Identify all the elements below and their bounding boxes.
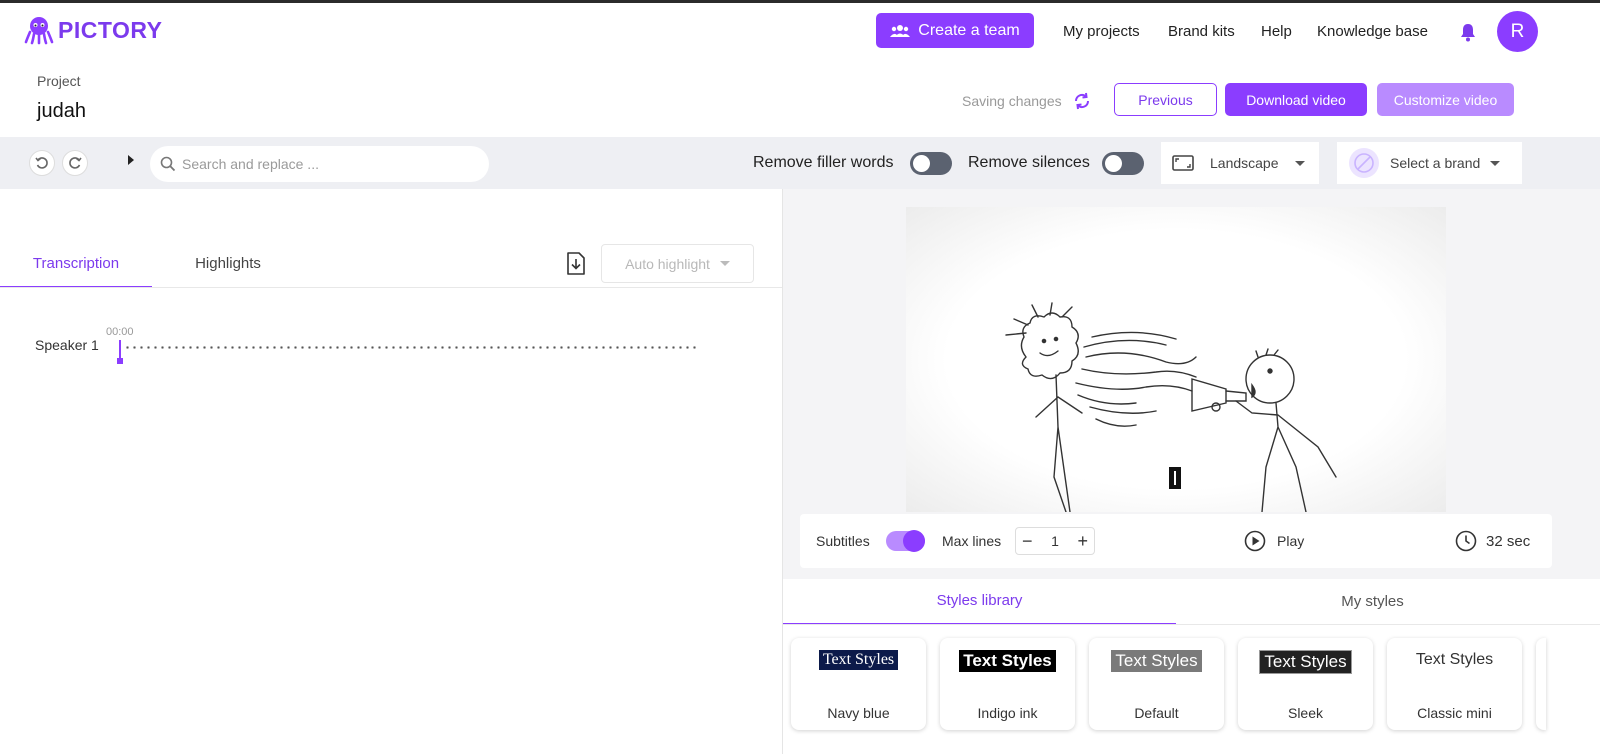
download-video-button[interactable]: Download video bbox=[1225, 83, 1367, 116]
notification-bell-icon[interactable] bbox=[1459, 22, 1477, 42]
sync-icon bbox=[1074, 92, 1089, 110]
undo-button[interactable] bbox=[29, 150, 55, 176]
style-card-navy-blue[interactable]: Text Styles Navy blue bbox=[791, 638, 926, 730]
style-preview: Text Styles bbox=[959, 650, 1056, 672]
subtitles-toggle[interactable] bbox=[886, 530, 925, 552]
remove-filler-label: Remove filler words bbox=[753, 154, 894, 171]
duration-value: 32 sec bbox=[1486, 533, 1531, 550]
decrement-button[interactable]: − bbox=[1022, 532, 1033, 550]
aspect-ratio-dropdown[interactable]: Landscape bbox=[1161, 142, 1319, 184]
team-icon bbox=[890, 24, 911, 37]
styles-tabs-divider bbox=[783, 624, 1600, 625]
style-preview: Text Styles bbox=[1415, 651, 1494, 668]
import-file-icon[interactable] bbox=[565, 251, 587, 276]
style-preview: Text Styles bbox=[1259, 650, 1352, 674]
nav-my-projects[interactable]: My projects bbox=[1063, 23, 1140, 40]
play-icon[interactable] bbox=[1244, 530, 1266, 552]
style-preview: Text Styles bbox=[1111, 650, 1202, 672]
style-name: Classic mini bbox=[1417, 705, 1492, 721]
auto-highlight-dropdown[interactable]: Auto highlight bbox=[601, 244, 754, 283]
project-label: Project bbox=[37, 73, 81, 89]
editor-toolbar: Remove filler words Remove silences Land… bbox=[0, 137, 1600, 189]
tabs-divider bbox=[0, 287, 782, 288]
aspect-ratio-icon bbox=[1172, 155, 1194, 171]
remove-filler-toggle[interactable] bbox=[910, 152, 952, 175]
style-preview: Text Styles bbox=[818, 650, 899, 670]
style-card-sleek[interactable]: Text Styles Sleek bbox=[1238, 638, 1373, 730]
redo-button[interactable] bbox=[62, 150, 88, 176]
tab-highlights[interactable]: Highlights bbox=[160, 240, 296, 286]
create-team-label: Create a team bbox=[918, 21, 1020, 39]
app-header: PICTORY Create a team My projects Brand … bbox=[0, 3, 1600, 63]
saving-text: Saving changes bbox=[962, 93, 1062, 109]
style-card-partial[interactable] bbox=[1536, 638, 1546, 730]
previous-button[interactable]: Previous bbox=[1114, 83, 1217, 116]
max-lines-value: 1 bbox=[1051, 533, 1059, 549]
silence-dots[interactable] bbox=[124, 346, 700, 349]
search-icon bbox=[160, 156, 176, 172]
project-name[interactable]: judah bbox=[37, 100, 86, 123]
subtitles-label: Subtitles bbox=[816, 533, 870, 549]
subtitle-caret bbox=[1169, 467, 1181, 489]
style-name: Indigo ink bbox=[977, 705, 1038, 721]
text-cursor bbox=[119, 340, 121, 358]
user-avatar[interactable]: R bbox=[1497, 11, 1538, 52]
aspect-ratio-value: Landscape bbox=[1210, 155, 1279, 171]
search-replace-box[interactable] bbox=[150, 146, 489, 182]
tab-my-styles[interactable]: My styles bbox=[1176, 578, 1569, 624]
customize-video-button[interactable]: Customize video bbox=[1377, 83, 1514, 116]
nav-knowledge-base[interactable]: Knowledge base bbox=[1317, 23, 1428, 40]
chevron-down-icon bbox=[719, 261, 730, 266]
auto-highlight-label: Auto highlight bbox=[625, 255, 710, 272]
logo[interactable]: PICTORY bbox=[24, 15, 162, 45]
chevron-down-icon bbox=[1490, 160, 1501, 166]
redo-icon bbox=[69, 157, 82, 169]
chevron-down-icon bbox=[1294, 160, 1305, 166]
style-name: Default bbox=[1134, 705, 1179, 721]
play-label[interactable]: Play bbox=[1277, 533, 1304, 549]
brand-name: PICTORY bbox=[58, 16, 163, 43]
nav-help[interactable]: Help bbox=[1261, 23, 1292, 40]
style-card-default[interactable]: Text Styles Default bbox=[1089, 638, 1224, 730]
remove-silences-label: Remove silences bbox=[968, 154, 1090, 171]
expand-arrow-icon[interactable] bbox=[128, 155, 134, 165]
style-card-classic-mini[interactable]: Text Styles Classic mini bbox=[1387, 638, 1522, 730]
style-name: Navy blue bbox=[827, 705, 890, 721]
transcript-timestamp: 00:00 bbox=[106, 326, 134, 338]
speaker-label[interactable]: Speaker 1 bbox=[35, 337, 99, 353]
octopus-logo-icon bbox=[24, 17, 54, 45]
brand-select-dropdown[interactable]: Select a brand bbox=[1337, 142, 1522, 184]
clock-icon bbox=[1455, 530, 1477, 552]
max-lines-stepper[interactable]: − 1 + bbox=[1015, 527, 1095, 555]
tab-styles-library[interactable]: Styles library bbox=[783, 578, 1176, 625]
style-name: Sleek bbox=[1287, 705, 1324, 721]
cursor-handle[interactable] bbox=[117, 358, 123, 364]
saving-status: Saving changes bbox=[962, 91, 1092, 111]
style-card-indigo-ink[interactable]: Text Styles Indigo ink bbox=[940, 638, 1075, 730]
nav-brand-kits[interactable]: Brand kits bbox=[1168, 23, 1235, 40]
tab-transcription[interactable]: Transcription bbox=[0, 240, 152, 288]
no-brand-icon bbox=[1349, 148, 1379, 178]
create-team-button[interactable]: Create a team bbox=[876, 13, 1034, 48]
max-lines-label: Max lines bbox=[942, 533, 1002, 549]
increment-button[interactable]: + bbox=[1077, 532, 1088, 550]
search-replace-input[interactable] bbox=[182, 156, 472, 172]
brand-select-value: Select a brand bbox=[1390, 155, 1481, 171]
remove-silences-toggle[interactable] bbox=[1102, 152, 1144, 175]
undo-icon bbox=[35, 157, 48, 169]
